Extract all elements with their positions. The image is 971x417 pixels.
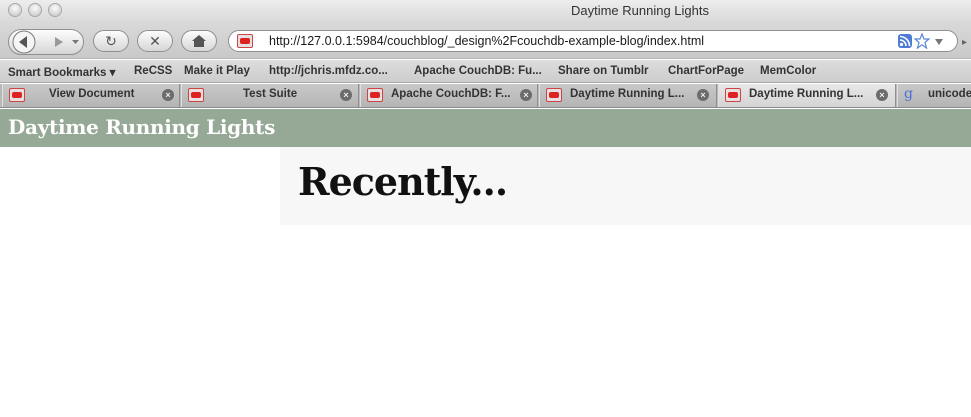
tab-view-document[interactable]: View Document × xyxy=(2,84,180,107)
bookmark-recss[interactable]: ReCSS xyxy=(134,65,172,77)
tab-label: Daytime Running L... xyxy=(570,88,685,100)
google-favicon: g xyxy=(904,86,913,102)
tab-unicode[interactable]: g unicode xyxy=(897,84,971,107)
toolbar-overflow-icon[interactable]: ▸ xyxy=(962,37,967,48)
couchdb-favicon xyxy=(367,88,383,102)
back-arrow-icon[interactable] xyxy=(11,29,37,55)
tab-label: Apache CouchDB: F... xyxy=(391,88,511,100)
url-dropdown-icon[interactable] xyxy=(934,37,944,47)
couchdb-favicon xyxy=(546,88,562,102)
bookmark-star-icon[interactable] xyxy=(914,33,930,49)
reload-icon: ↻ xyxy=(105,32,117,49)
bookmark-share-on-tumblr[interactable]: Share on Tumblr xyxy=(558,65,649,77)
bookmark-apache-couchdb[interactable]: Apache CouchDB: Fu... xyxy=(414,65,542,77)
bookmarks-bar: Smart Bookmarks ▾ ReCSS Make it Play htt… xyxy=(0,60,971,83)
rss-icon[interactable] xyxy=(898,34,912,48)
home-button[interactable] xyxy=(181,30,217,52)
tab-close-icon[interactable]: × xyxy=(340,89,352,101)
stop-icon: ✕ xyxy=(149,32,161,49)
tab-close-icon[interactable]: × xyxy=(520,89,532,101)
home-icon xyxy=(192,35,206,47)
main-content: Recently... xyxy=(280,147,971,225)
couchdb-favicon xyxy=(725,88,741,102)
bookmark-smart-bookmarks[interactable]: Smart Bookmarks ▾ xyxy=(8,65,115,79)
tab-daytime-running-lights-active[interactable]: Daytime Running L... × xyxy=(718,84,896,107)
bookmark-jchris[interactable]: http://jchris.mfdz.co... xyxy=(269,65,388,77)
address-bar-url[interactable]: http://127.0.0.1:5984/couchblog/_design%… xyxy=(269,34,704,48)
tab-daytime-running-lights-1[interactable]: Daytime Running L... × xyxy=(539,84,717,107)
reload-button[interactable]: ↻ xyxy=(93,30,129,52)
site-favicon xyxy=(237,34,253,48)
bookmark-make-it-play[interactable]: Make it Play xyxy=(184,65,250,77)
history-dropdown-icon[interactable] xyxy=(71,30,81,54)
window-titlebar: Daytime Running Lights xyxy=(0,0,971,22)
page-heading: Recently... xyxy=(298,159,508,204)
tab-label: Daytime Running L... xyxy=(749,88,864,100)
forward-arrow-icon[interactable] xyxy=(49,30,69,54)
tab-label: View Document xyxy=(49,88,135,100)
window-title: Daytime Running Lights xyxy=(570,3,710,18)
bookmark-memcolor[interactable]: MemColor xyxy=(760,65,816,77)
tab-apache-couchdb[interactable]: Apache CouchDB: F... × xyxy=(360,84,538,107)
browser-toolbar: ↻ ✕ http://127.0.0.1:5984/couchblog/_des… xyxy=(0,22,971,59)
tab-bar: View Document × Test Suite × Apache Couc… xyxy=(0,84,971,108)
tab-close-icon[interactable]: × xyxy=(162,89,174,101)
tab-label: Test Suite xyxy=(243,88,298,100)
tab-label: unicode xyxy=(928,88,971,100)
tab-close-icon[interactable]: × xyxy=(697,89,709,101)
address-bar[interactable]: http://127.0.0.1:5984/couchblog/_design%… xyxy=(228,30,958,52)
bookmark-chartforpage[interactable]: ChartForPage xyxy=(668,65,744,77)
couchdb-favicon xyxy=(9,88,25,102)
tab-test-suite[interactable]: Test Suite × xyxy=(181,84,359,107)
couchdb-favicon xyxy=(188,88,204,102)
stop-button[interactable]: ✕ xyxy=(137,30,173,52)
tab-close-icon[interactable]: × xyxy=(876,89,888,101)
site-header: Daytime Running Lights xyxy=(0,109,971,147)
site-title-link[interactable]: Daytime Running Lights xyxy=(8,115,275,139)
back-forward-group xyxy=(8,29,84,55)
